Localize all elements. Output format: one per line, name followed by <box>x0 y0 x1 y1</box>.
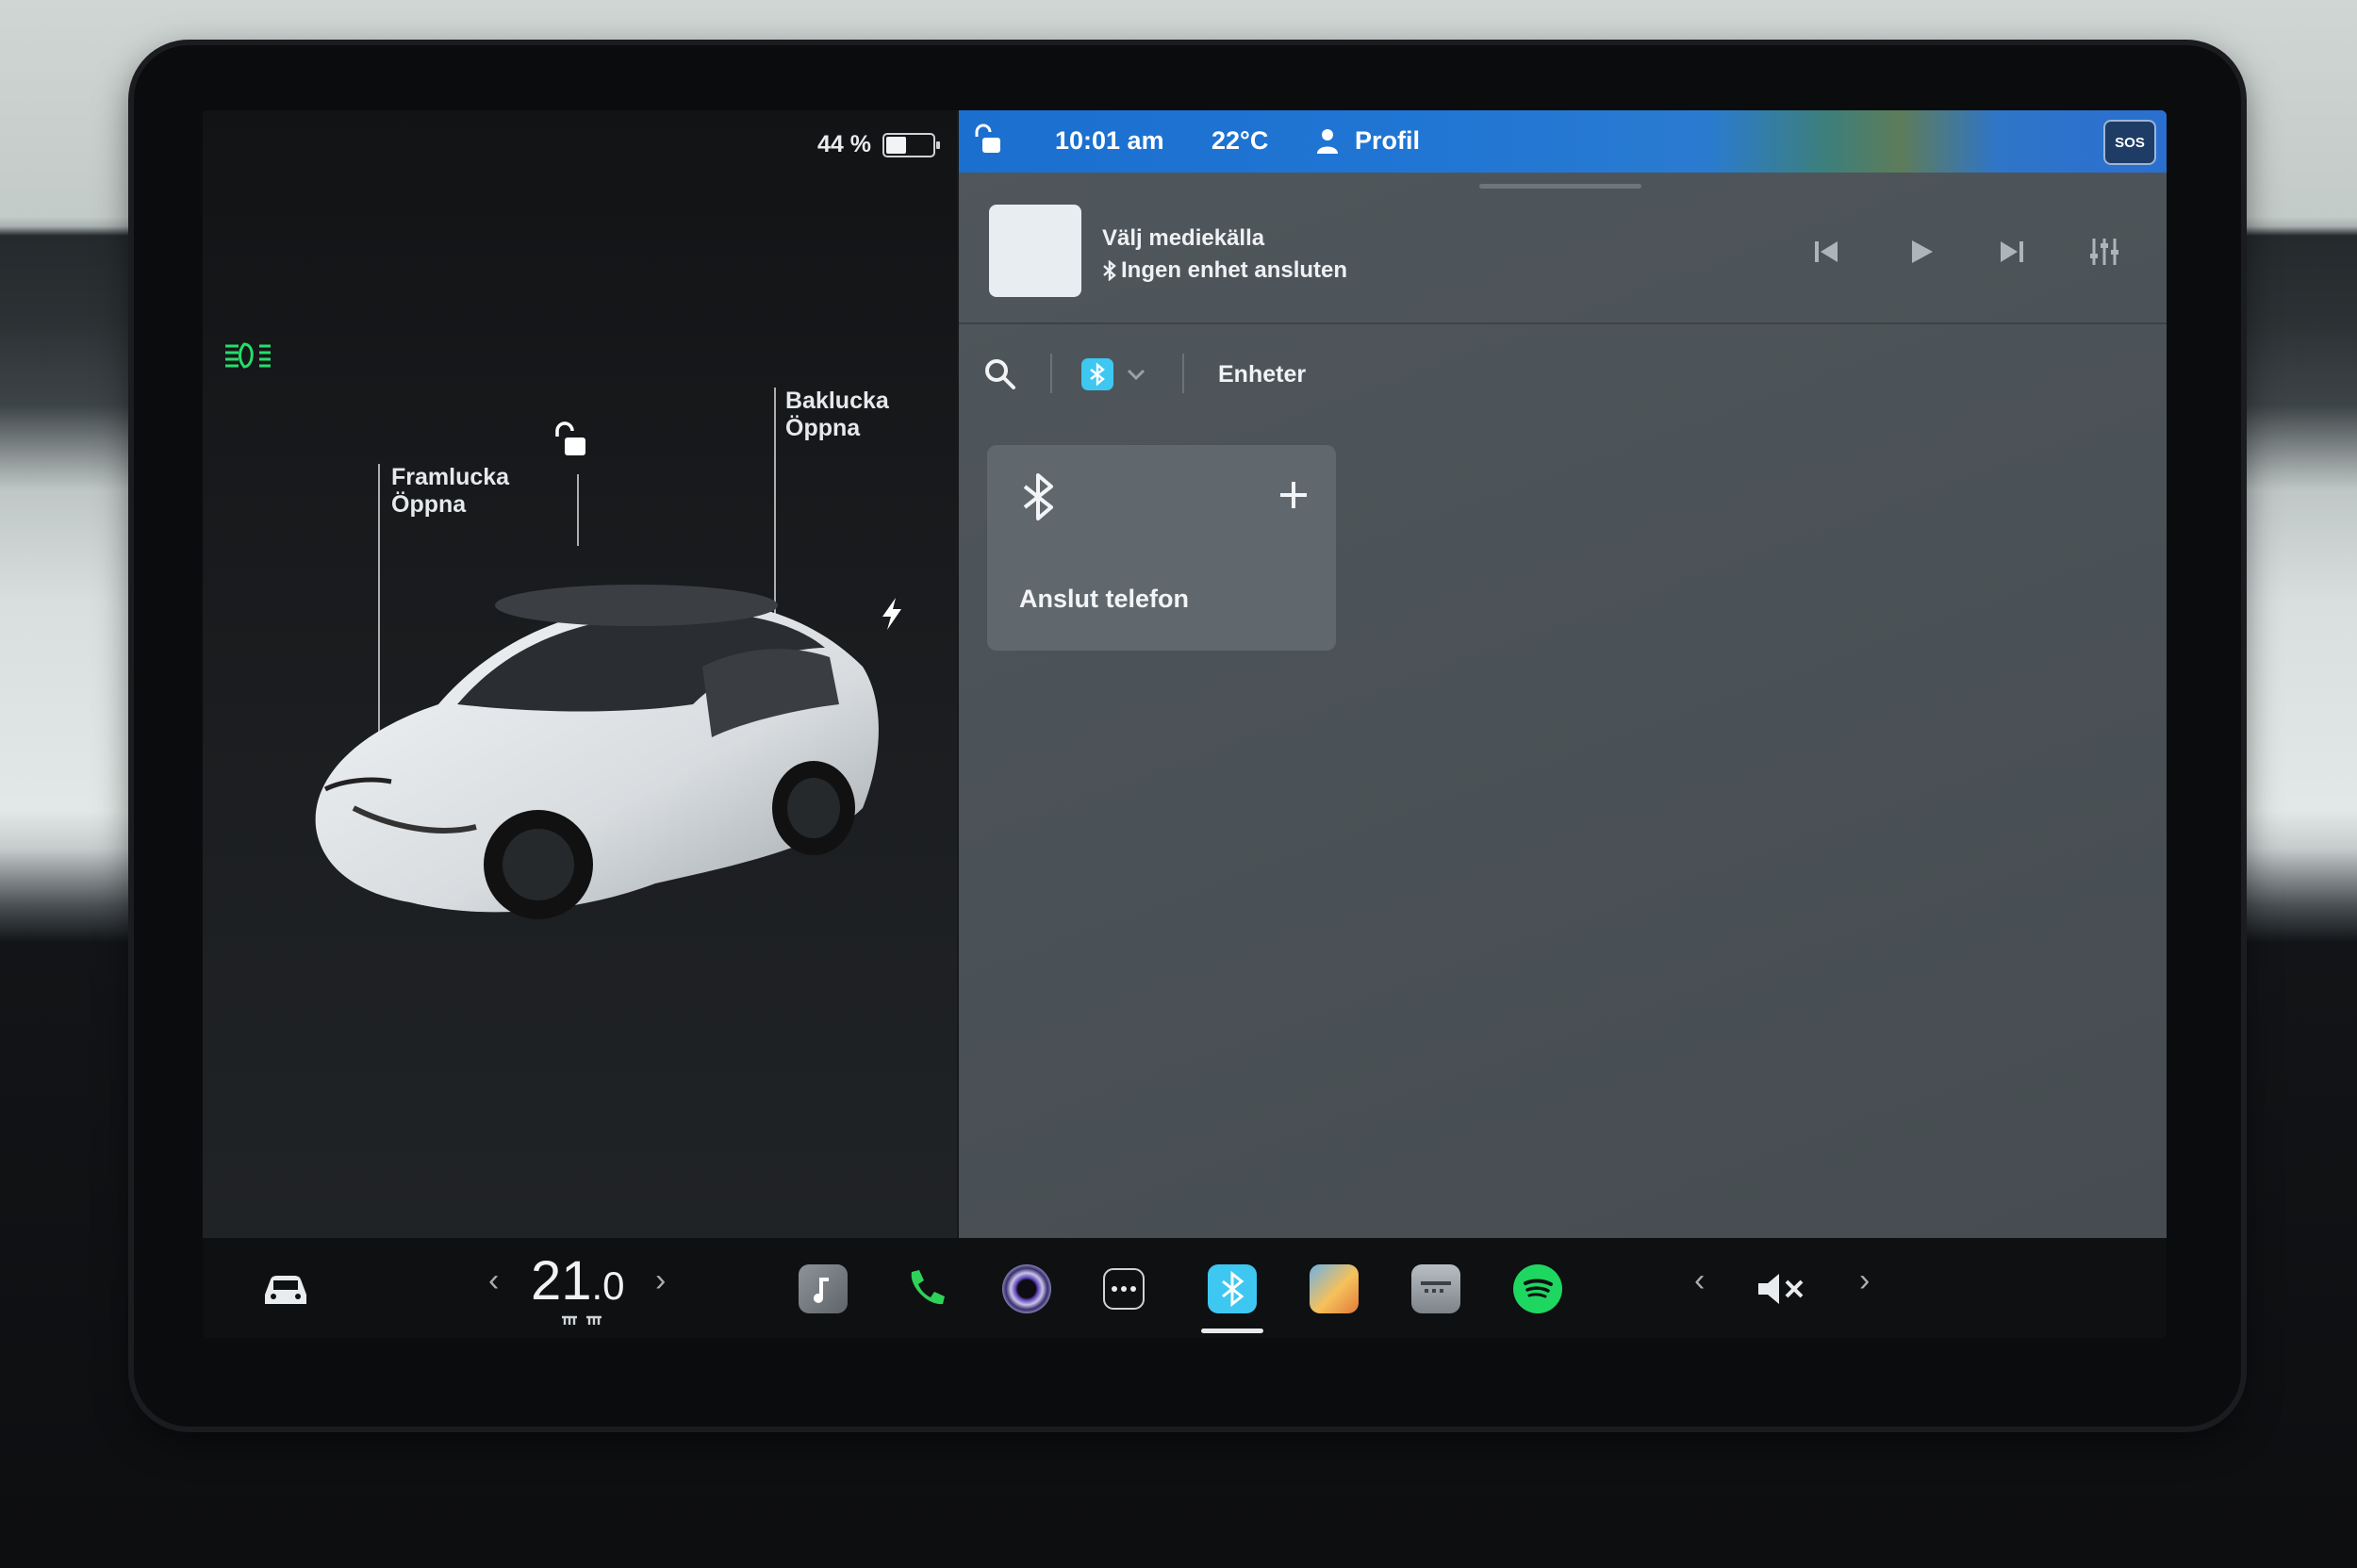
album-art-placeholder[interactable] <box>989 205 1081 297</box>
search-icon[interactable] <box>983 357 1017 391</box>
vehicle-panel: 44 % Baklucka Öppna Framlucka Öppna <box>203 110 957 1238</box>
next-track-icon[interactable] <box>1993 233 2031 271</box>
more-apps-icon[interactable] <box>1103 1268 1145 1310</box>
spotify-app-icon[interactable] <box>1513 1264 1562 1313</box>
status-bar: 10:01 am 22°C Profil SOS <box>959 110 2167 173</box>
plus-icon <box>1280 482 1307 508</box>
charge-port-icon[interactable] <box>879 596 905 632</box>
cabin-temperature[interactable]: 21.0 <box>531 1249 625 1312</box>
trunk-title: Baklucka <box>785 388 889 414</box>
media-subtitle: Ingen enhet ansluten <box>1121 257 1348 283</box>
person-icon <box>1317 129 1338 154</box>
toolbar-divider <box>1050 354 1052 393</box>
temp-increase-button[interactable]: › <box>655 1263 666 1299</box>
bottom-dock: ‹ 21.0 › ‹ › <box>203 1238 2167 1338</box>
equalizer-icon[interactable] <box>2085 233 2123 271</box>
devices-tab[interactable]: Enheter <box>1218 361 1306 388</box>
trunk-open-control[interactable]: Baklucka Öppna <box>785 388 889 442</box>
chevron-down-icon[interactable] <box>1125 365 1147 384</box>
volume-muted-icon[interactable] <box>1755 1270 1807 1308</box>
active-app-indicator <box>1201 1329 1263 1333</box>
battery-fill <box>885 136 906 154</box>
seat-heater-icons[interactable] <box>559 1313 604 1330</box>
cabin-temp-integer: 21 <box>531 1250 592 1312</box>
calendar-app-icon[interactable] <box>1411 1264 1460 1313</box>
media-connection-status: Ingen enhet ansluten <box>1102 257 1347 284</box>
battery-icon <box>882 132 940 157</box>
phone-app-icon[interactable] <box>900 1264 949 1313</box>
app-panel: 10:01 am 22°C Profil SOS Välj mediekälla… <box>959 110 2167 1238</box>
sos-button[interactable]: SOS <box>2103 120 2156 165</box>
calendar-icon <box>1421 1281 1451 1293</box>
car-model-image <box>315 585 879 919</box>
music-note-icon <box>814 1278 829 1303</box>
previous-track-icon[interactable] <box>1807 233 1845 271</box>
lock-status-icon[interactable] <box>974 124 1002 156</box>
toolbar-divider <box>1182 354 1184 393</box>
bluetooth-toolbar: Enheter <box>959 346 2167 403</box>
music-app-icon[interactable] <box>799 1264 848 1313</box>
volume-decrease-button[interactable]: ‹ <box>1694 1263 1705 1299</box>
frunk-action: Öppna <box>391 491 467 518</box>
frunk-title: Framlucka <box>391 464 510 490</box>
bluetooth-app-icon[interactable] <box>1208 1264 1257 1313</box>
play-icon[interactable] <box>1902 233 1939 271</box>
toybox-app-icon[interactable] <box>1310 1264 1359 1313</box>
media-player: Välj mediekälla Ingen enhet ansluten <box>959 195 2167 324</box>
outside-temperature: 22°C <box>1211 126 1269 155</box>
battery-percent: 44 % <box>817 131 871 157</box>
headlight-icon <box>225 342 271 369</box>
trunk-action: Öppna <box>785 415 861 441</box>
profile-button[interactable]: Profil <box>1355 126 1420 156</box>
battery-indicator[interactable]: 44 % <box>817 131 940 158</box>
bluetooth-small-icon <box>1103 260 1116 281</box>
temp-decrease-button[interactable]: ‹ <box>488 1263 499 1299</box>
bluetooth-icon <box>1090 362 1105 387</box>
connect-phone-label: Anslut telefon <box>1019 585 1189 613</box>
media-drawer-handle[interactable] <box>1479 184 1641 189</box>
clock: 10:01 am <box>1055 126 1164 155</box>
phone-icon <box>911 1270 945 1305</box>
car-icon[interactable] <box>257 1266 314 1312</box>
media-source-title[interactable]: Välj mediekälla <box>1102 225 1264 252</box>
spotify-icon <box>1524 1279 1553 1298</box>
unlock-icon[interactable] <box>553 421 587 459</box>
camera-app-icon[interactable] <box>1002 1264 1051 1313</box>
bluetooth-icon <box>1222 1270 1244 1308</box>
bluetooth-icon <box>1023 473 1053 520</box>
touchscreen: 44 % Baklucka Öppna Framlucka Öppna 10:0… <box>203 110 2167 1338</box>
sos-label: SOS <box>2115 134 2145 151</box>
bluetooth-source-selector[interactable] <box>1081 358 1113 390</box>
volume-increase-button[interactable]: › <box>1859 1263 1870 1299</box>
connect-phone-card[interactable]: Anslut telefon <box>987 445 1336 651</box>
frunk-open-control[interactable]: Framlucka Öppna <box>391 464 509 519</box>
cabin-temp-decimal: .0 <box>591 1263 625 1308</box>
